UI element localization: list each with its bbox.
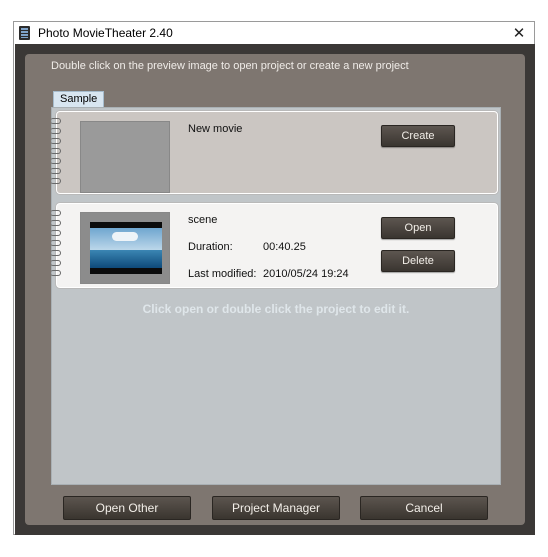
spiral-binding [50, 208, 64, 284]
window-title: Photo MovieTheater 2.40 [38, 26, 173, 40]
open-other-button[interactable]: Open Other [63, 496, 191, 520]
scene-preview[interactable] [80, 212, 170, 284]
title-bar: Photo MovieTheater 2.40 ✕ [14, 22, 534, 44]
spiral-binding [50, 116, 64, 192]
close-icon[interactable]: ✕ [504, 22, 534, 44]
duration-value: 00:40.25 [263, 241, 306, 253]
new-movie-title: New movie [188, 123, 243, 135]
duration-label: Duration: [188, 241, 233, 253]
new-movie-card[interactable]: New movie Create [50, 111, 498, 194]
project-manager-button[interactable]: Project Manager [212, 496, 340, 520]
create-button[interactable]: Create [381, 125, 455, 147]
instruction-text: Double click on the preview image to ope… [51, 60, 409, 72]
scene-project-card[interactable]: scene Duration: 00:40.25 Last modified: … [50, 203, 498, 288]
last-modified-label: Last modified: [188, 268, 257, 280]
scene-title: scene [188, 214, 218, 226]
scene-thumbnail-image [90, 222, 162, 274]
film-app-icon [19, 26, 30, 40]
delete-button[interactable]: Delete [381, 250, 455, 272]
open-button[interactable]: Open [381, 217, 455, 239]
cancel-button[interactable]: Cancel [360, 496, 488, 520]
last-modified-value: 2010/05/24 19:24 [263, 268, 349, 280]
help-message: Click open or double click the project t… [142, 302, 410, 316]
tab-sample[interactable]: Sample [53, 91, 105, 107]
new-movie-preview[interactable] [80, 121, 170, 193]
